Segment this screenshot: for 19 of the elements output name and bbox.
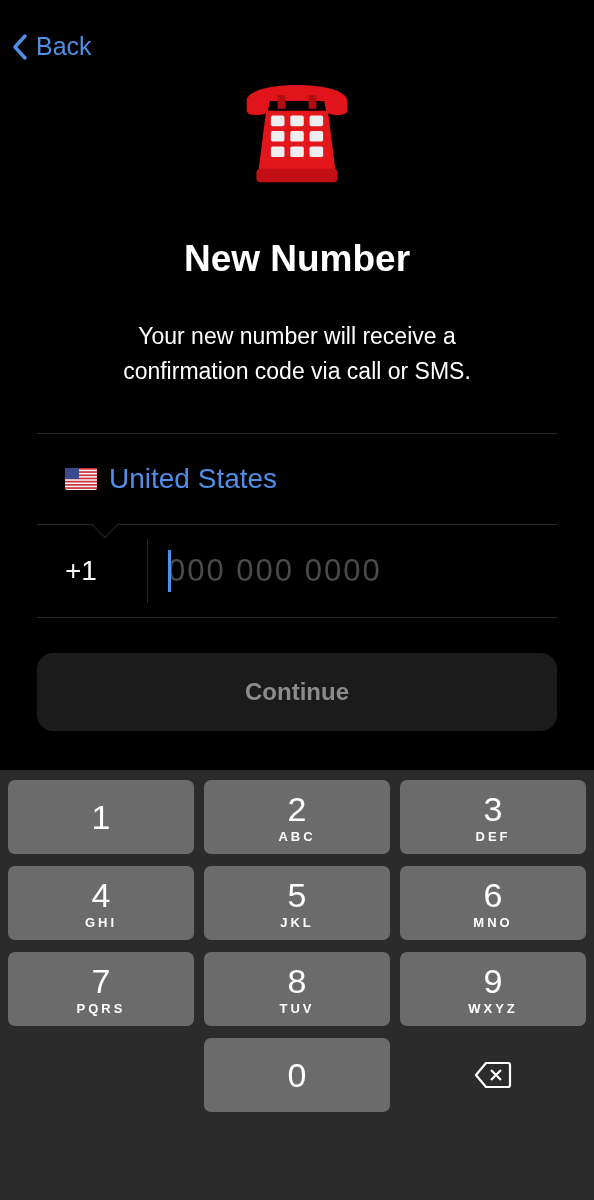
country-code: +1 xyxy=(64,554,98,588)
country-name: United States xyxy=(109,462,278,496)
backspace-icon xyxy=(474,1060,512,1090)
keypad-key[interactable]: 5 JKL xyxy=(204,866,390,940)
text-cursor xyxy=(168,550,171,592)
keypad-key[interactable]: 3 DEF xyxy=(400,780,586,854)
chevron-left-icon xyxy=(12,32,28,61)
keypad-key[interactable]: 2 ABC xyxy=(204,780,390,854)
keypad-key[interactable]: 8 TUV xyxy=(204,952,390,1026)
keypad-key[interactable]: 0 xyxy=(204,1038,390,1112)
back-button[interactable]: Back xyxy=(12,28,92,66)
keypad-key[interactable]: 6 MNO xyxy=(400,866,586,940)
keypad-key[interactable]: 1 xyxy=(8,780,194,854)
keypad-key[interactable]: 9 WXYZ xyxy=(400,952,586,1026)
subtitle: Your new number will receive a confirmation code via call or SMS. xyxy=(122,322,472,386)
keypad-key[interactable]: 4 GHI xyxy=(8,866,194,940)
keypad-key[interactable]: 7 PQRS xyxy=(8,952,194,1026)
flag-icon xyxy=(65,468,97,490)
page-title: New Number xyxy=(182,240,412,277)
